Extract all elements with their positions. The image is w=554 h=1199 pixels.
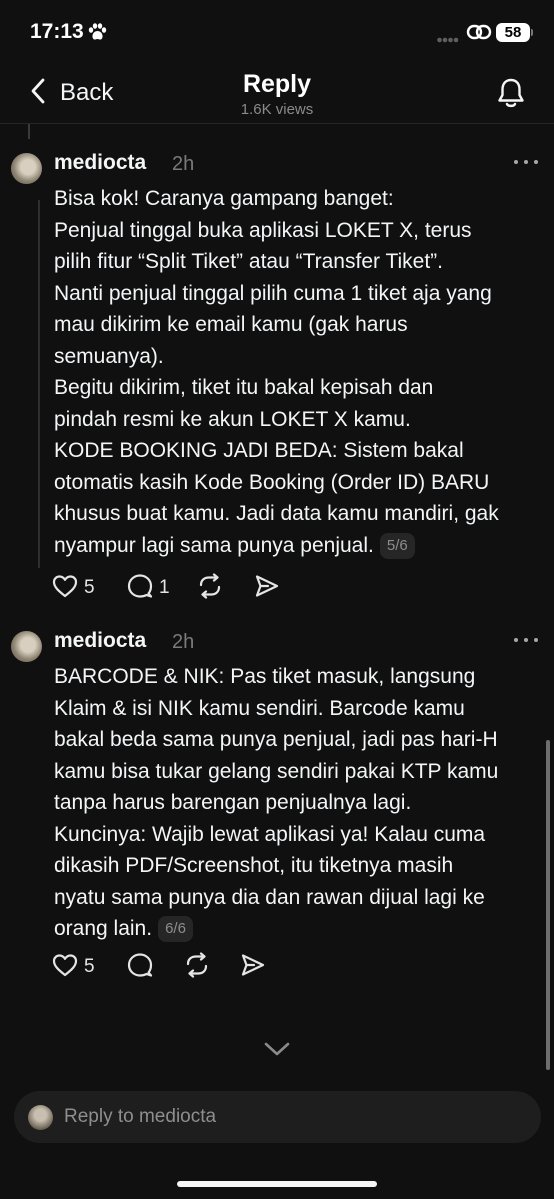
battery-indicator: 58 [496, 23, 530, 42]
comment-icon [127, 573, 153, 604]
send-icon [254, 573, 280, 604]
post-text-line: nyatu sama punya dia dan rawan dijual la… [54, 885, 485, 909]
thread-page-badge: 5/6 [379, 532, 415, 559]
show-more-button[interactable] [263, 1040, 291, 1063]
post-time: 2h [172, 153, 195, 175]
avatar[interactable] [11, 631, 42, 662]
post-text-line: Bisa kok! Caranya gampang banget: [54, 187, 394, 210]
post-text-line: mau dikirim ke email kamu (gak harus [54, 313, 408, 336]
post-text-line: Kuncinya: Wajib lewat aplikasi ya! Kalau… [54, 822, 486, 846]
post-text-line: kamu bisa tukar gelang sendiri pakai KTP… [54, 759, 499, 783]
reply-count: 1 [159, 577, 170, 598]
paw-icon [88, 23, 107, 46]
post-text-line: KODE BOOKING JADI BEDA: Sistem bakal [54, 439, 464, 462]
more-options-button[interactable] [514, 635, 538, 645]
post-text-line: orang lain. [54, 917, 153, 940]
post-text-line: nyampur lagi sama punya penjual. [54, 533, 374, 557]
signal-icon [437, 30, 459, 48]
repost-icon [197, 572, 223, 604]
thread-line [38, 200, 40, 568]
post-text-line: otomatis kasih Kode Booking (Order ID) B… [54, 470, 490, 494]
repost-button[interactable] [184, 951, 210, 983]
view-count: 1.6K views [240, 101, 314, 118]
more-horizontal-icon [514, 638, 518, 642]
more-options-button[interactable] [514, 157, 538, 167]
post-text-line: tanpa harus barengan penjualnya lagi. [54, 791, 412, 814]
avatar [28, 1105, 53, 1130]
like-button[interactable]: 5 [52, 952, 95, 982]
post-body: Bisa kok! Caranya gampang banget: Penjua… [54, 183, 544, 561]
post-text-line: BARCODE & NIK: Pas tiket masuk, langsung [54, 665, 476, 688]
post-text-line: Klaim & isi NIK kamu sendiri. Barcode ka… [54, 696, 465, 720]
nav-bar: Back Reply 1.6K views [0, 62, 554, 124]
post-text-line: bakal beda sama punya penjual, jadi pas … [54, 728, 498, 751]
share-button[interactable] [240, 952, 266, 982]
reply-placeholder: Reply to mediocta [64, 1106, 217, 1127]
comment-icon [127, 952, 153, 983]
post-time: 2h [172, 631, 195, 653]
more-horizontal-icon [514, 160, 518, 164]
post-text-line: pindah resmi ke akun LOKET X kamu. [54, 407, 411, 431]
avatar[interactable] [11, 153, 42, 184]
like-button[interactable]: 5 [52, 573, 95, 603]
repost-button[interactable] [197, 572, 223, 604]
heart-icon [52, 953, 78, 982]
post-body: BARCODE & NIK: Pas tiket masuk, langsung… [54, 661, 544, 945]
thread-page-badge: 6/6 [158, 916, 193, 942]
link-icon [466, 23, 492, 46]
thread-connector [28, 124, 30, 139]
bell-icon [496, 78, 526, 113]
chevron-down-icon [263, 1042, 291, 1062]
post-text-line: khusus buat kamu. Jadi data kamu mandiri… [54, 502, 499, 525]
heart-icon [52, 574, 78, 603]
post-text-line: Begitu dikirim, tiket itu bakal kepisah … [54, 376, 434, 399]
like-count: 5 [84, 956, 95, 977]
scrollbar[interactable] [546, 740, 550, 1070]
post-text-line: Penjual tinggal buka aplikasi LOKET X, t… [54, 218, 472, 242]
post-text-line: dikasih PDF/Screenshot, itu tiketnya mas… [54, 854, 454, 877]
username[interactable]: mediocta [54, 629, 146, 653]
status-time: 17:13 [30, 20, 84, 43]
like-count: 5 [84, 577, 95, 598]
repost-icon [184, 951, 210, 983]
post-text-line: Nanti penjual tinggal pilih cuma 1 tiket… [54, 281, 492, 305]
post-text-line: pilih fitur “Split Tiket” atau “Transfer… [54, 250, 444, 273]
home-indicator[interactable] [177, 1181, 377, 1187]
share-button[interactable] [254, 573, 280, 603]
username[interactable]: mediocta [54, 151, 146, 175]
reply-button[interactable]: 1 [127, 573, 170, 603]
page-title: Reply [242, 70, 312, 98]
send-icon [240, 952, 266, 983]
battery-nub [531, 29, 533, 36]
status-bar: 17:13 58 [0, 0, 554, 62]
notifications-button[interactable] [496, 77, 526, 114]
reply-button[interactable] [127, 952, 153, 982]
post-text-line: semuanya). [54, 344, 164, 368]
reply-input[interactable]: Reply to mediocta [14, 1091, 541, 1143]
